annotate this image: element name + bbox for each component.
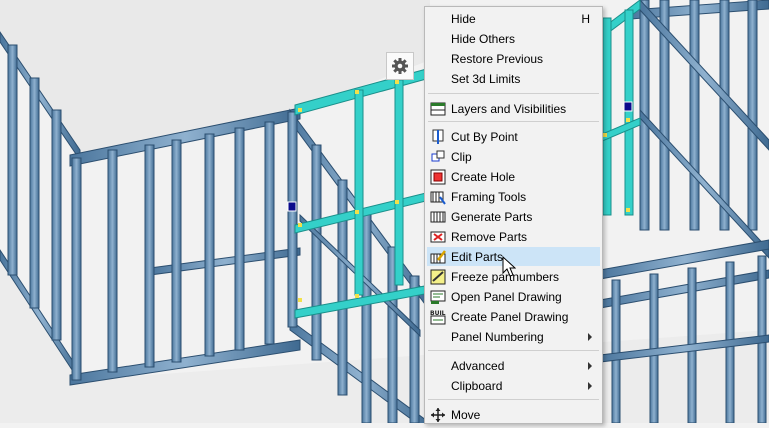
menu-item-label: Generate Parts — [451, 210, 533, 224]
menu-item-layers-and-visibilities[interactable]: Layers and Visibilities — [427, 99, 600, 118]
stud — [144, 144, 155, 368]
menu-item-label: Cut By Point — [451, 130, 518, 144]
menu-item-label: Panel Numbering — [451, 330, 544, 344]
stud — [409, 275, 420, 424]
menu-separator — [428, 350, 599, 351]
joint-marker — [355, 90, 359, 94]
settings-gear-button[interactable] — [386, 52, 414, 80]
stud — [204, 133, 215, 357]
context-menu[interactable]: Hide H Hide Others Restore Previous Set 3d L… — [424, 6, 603, 424]
open-panel-drawing-icon — [430, 289, 446, 305]
submenu-arrow-icon — [588, 362, 592, 370]
stud — [264, 121, 275, 345]
menu-item-remove-parts[interactable]: Remove Parts — [427, 227, 600, 246]
menu-separator — [428, 399, 599, 400]
menu-item-label: Set 3d Limits — [451, 72, 521, 86]
remove-parts-icon — [430, 229, 446, 245]
menu-item-move[interactable]: Move — [427, 405, 600, 424]
menu-item-label: Restore Previous — [451, 52, 544, 66]
menu-item-create-hole[interactable]: Create Hole — [427, 167, 600, 186]
3d-viewport[interactable] — [0, 0, 769, 428]
stud — [747, 0, 758, 231]
menu-item-hide-others[interactable]: Hide Others — [427, 29, 600, 48]
stud — [51, 109, 62, 341]
stud — [311, 144, 322, 361]
create-hole-icon — [430, 169, 446, 185]
stud — [171, 139, 182, 363]
joint-marker — [603, 133, 607, 137]
joint-marker — [298, 223, 302, 227]
framing-model-view[interactable] — [0, 0, 769, 428]
menu-item-label: Framing Tools — [451, 190, 527, 204]
joint-marker — [298, 298, 302, 302]
joint-marker — [626, 118, 630, 122]
menu-item-advanced[interactable]: Advanced — [427, 356, 600, 375]
menu-item-clip[interactable]: Clip — [427, 147, 600, 166]
selection-grip-handle[interactable] — [623, 101, 633, 112]
stud — [29, 77, 40, 309]
stud — [719, 0, 730, 231]
menu-item-create-panel-drawing[interactable]: BUILDCreate Panel Drawing — [427, 307, 600, 326]
menu-item-label: Create Panel Drawing — [451, 310, 569, 324]
menu-item-label: Move — [451, 408, 481, 422]
menu-item-label: Hide — [451, 12, 476, 26]
layers-icon — [430, 101, 446, 117]
menu-item-label: Remove Parts — [451, 230, 528, 244]
menu-separator — [428, 93, 599, 94]
freeze-partnumbers-icon — [430, 269, 446, 285]
stud — [107, 149, 118, 373]
selected-stud — [354, 89, 364, 296]
menu-item-label: Hide Others — [451, 32, 516, 46]
generate-parts-icon — [430, 209, 446, 225]
mouse-cursor-icon — [502, 256, 516, 277]
menu-item-label: Advanced — [451, 359, 505, 373]
menu-item-panel-numbering[interactable]: Panel Numbering — [427, 327, 600, 346]
joint-marker — [395, 200, 399, 204]
menu-item-framing-tools[interactable]: Framing Tools — [427, 187, 600, 206]
selection-grip-handle[interactable] — [287, 201, 297, 212]
joint-marker — [626, 208, 630, 212]
menu-separator — [428, 121, 599, 122]
menu-item-shortcut: H — [581, 12, 590, 26]
stud — [287, 111, 298, 328]
menu-item-generate-parts[interactable]: Generate Parts — [427, 207, 600, 226]
framing-tools-icon — [430, 189, 446, 205]
menu-item-cut-by-point[interactable]: Cut By Point — [427, 127, 600, 146]
create-panel-drawing-icon: BUILD — [430, 309, 451, 325]
joint-marker — [355, 210, 359, 214]
menu-item-label: Clip — [451, 150, 472, 164]
stud — [7, 44, 18, 276]
stud — [71, 157, 82, 381]
stud — [234, 127, 245, 351]
joint-marker — [355, 294, 359, 298]
gear-icon — [392, 58, 408, 74]
submenu-arrow-icon — [588, 382, 592, 390]
menu-item-label: Layers and Visibilities — [451, 102, 567, 116]
menu-item-label: Open Panel Drawing — [451, 290, 562, 304]
submenu-arrow-icon — [588, 333, 592, 341]
menu-item-hide[interactable]: Hide H — [427, 9, 600, 28]
joint-marker — [395, 80, 399, 84]
cut-by-point-icon — [430, 129, 446, 145]
edit-parts-icon — [430, 249, 446, 265]
selected-stud-right — [602, 17, 612, 216]
menu-item-open-panel-drawing[interactable]: Open Panel Drawing — [427, 287, 600, 306]
menu-item-label: Clipboard — [451, 379, 503, 393]
stud — [611, 279, 621, 424]
selected-stud — [394, 79, 404, 286]
selected-stud-right — [624, 9, 634, 216]
joint-marker — [298, 108, 302, 112]
menu-item-clipboard[interactable]: Clipboard — [427, 376, 600, 395]
move-icon — [430, 407, 446, 423]
menu-item-label: Create Hole — [451, 170, 516, 184]
stud — [689, 0, 700, 231]
menu-item-set-3d-limits[interactable]: Set 3d Limits — [427, 69, 600, 88]
clip-icon — [430, 149, 446, 165]
menu-item-restore-previous[interactable]: Restore Previous — [427, 49, 600, 68]
menu-item-label: Edit Parts — [451, 250, 504, 264]
